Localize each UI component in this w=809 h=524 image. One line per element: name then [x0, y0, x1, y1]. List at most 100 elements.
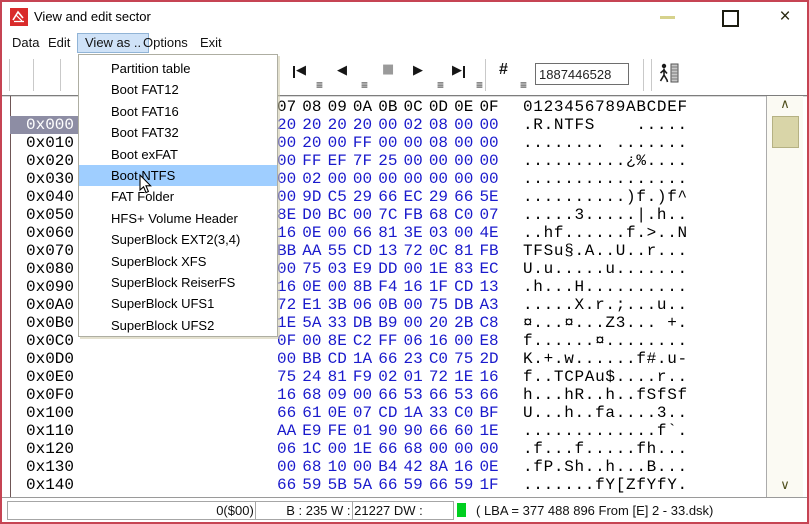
row-ascii-text[interactable]: U.u.....u....... — [523, 260, 688, 278]
vertical-scrollbar[interactable]: ∧ ∨ — [766, 96, 803, 498]
previous-sector-button[interactable]: ◀ ≡ — [337, 61, 371, 89]
row-ascii-text[interactable]: h...hR..h..fSfSf — [523, 386, 688, 404]
close-icon[interactable]: × — [772, 4, 798, 30]
view-as-menu-item[interactable]: HFS+ Volume Header — [79, 208, 277, 229]
menubar-item[interactable]: Exit — [200, 33, 222, 53]
row-offset-label[interactable]: 0x090 — [10, 278, 82, 296]
view-as-menu-item[interactable]: Boot NTFS — [79, 165, 277, 186]
ascii-column-header: 0123456789ABCDEF — [523, 98, 688, 116]
row-offset-label[interactable]: 0x080 — [10, 260, 82, 278]
row-hex-bytes[interactable]: AA E9 FE 01 90 90 66 60 1E — [277, 422, 499, 440]
row-hex-bytes[interactable]: 00 68 10 00 B4 42 8A 16 0E — [277, 458, 499, 476]
row-offset-label[interactable]: 0x040 — [10, 188, 82, 206]
row-offset-label[interactable]: 0x030 — [10, 170, 82, 188]
maximize-icon[interactable] — [722, 10, 739, 27]
row-hex-bytes[interactable]: 66 61 0E 07 CD 1A 33 C0 BF — [277, 404, 499, 422]
view-as-menu-item[interactable]: Boot FAT12 — [79, 79, 277, 100]
row-ascii-text[interactable]: .h...H.......... — [523, 278, 688, 296]
row-offset-label[interactable]: 0x100 — [10, 404, 82, 422]
view-as-menu-item[interactable]: Boot exFAT — [79, 144, 277, 165]
row-hex-bytes[interactable]: 75 24 81 F9 02 01 72 1E 16 — [277, 368, 499, 386]
view-as-menu-item[interactable]: SuperBlock UFS2 — [79, 315, 277, 336]
row-offset-label[interactable]: 0x0A0 — [10, 296, 82, 314]
row-hex-bytes[interactable]: 0F 00 8E C2 FF 06 16 00 E8 — [277, 332, 499, 350]
row-hex-bytes[interactable]: 1E 5A 33 DB B9 00 20 2B C8 — [277, 314, 499, 332]
row-offset-label[interactable]: 0x0B0 — [10, 314, 82, 332]
minimize-icon[interactable] — [660, 16, 675, 19]
row-offset-label[interactable]: 0x060 — [10, 224, 82, 242]
row-hex-bytes[interactable]: BB AA 55 CD 13 72 0C 81 FB — [277, 242, 499, 260]
view-as-menu-item[interactable]: FAT Folder — [79, 186, 277, 207]
scroll-down-icon[interactable]: ∨ — [767, 478, 803, 495]
row-offset-label[interactable]: 0x070 — [10, 242, 82, 260]
menubar-item[interactable]: Options — [143, 33, 188, 53]
menubar-item[interactable]: View as .. — [77, 33, 149, 53]
row-ascii-text[interactable]: ................ — [523, 170, 688, 188]
row-ascii-text[interactable]: .....3.....|.h.. — [523, 206, 688, 224]
row-offset-label[interactable]: 0x0D0 — [10, 350, 82, 368]
row-ascii-text[interactable]: TFSu§.A..U..r... — [523, 242, 688, 260]
row-offset-label[interactable]: 0x010 — [10, 134, 82, 152]
row-hex-bytes[interactable]: 00 BB CD 1A 66 23 C0 75 2D — [277, 350, 499, 368]
row-ascii-text[interactable]: ..hf......f.>..N — [523, 224, 688, 242]
row-ascii-text[interactable]: ........ ....... — [523, 134, 688, 152]
hex-row: 0x140 66 59 5B 5A 66 59 66 59 1F .......… — [2, 476, 807, 494]
row-offset-label[interactable]: 0x020 — [10, 152, 82, 170]
row-hex-bytes[interactable]: 16 0E 00 8B F4 16 1F CD 13 — [277, 278, 499, 296]
view-as-menu-item[interactable]: Partition table — [79, 58, 277, 79]
bar-glyph — [463, 66, 465, 78]
row-hex-bytes[interactable]: 00 75 03 E9 DD 00 1E 83 EC — [277, 260, 499, 278]
row-ascii-text[interactable]: .R.NTFS ..... — [523, 116, 688, 134]
view-and-edit-sector-window: View and edit sector × DataEditView as .… — [0, 0, 809, 524]
row-hex-bytes[interactable]: 06 1C 00 1E 66 68 00 00 00 — [277, 440, 499, 458]
view-as-menu-item[interactable]: SuperBlock ReiserFS — [79, 272, 277, 293]
row-ascii-text[interactable]: ..........¿%.... — [523, 152, 688, 170]
view-as-menu-item[interactable]: Boot FAT16 — [79, 101, 277, 122]
row-hex-bytes[interactable]: 16 68 09 00 66 53 66 53 66 — [277, 386, 499, 404]
view-as-menu-item[interactable]: Boot FAT32 — [79, 122, 277, 143]
row-offset-label[interactable]: 0x120 — [10, 440, 82, 458]
row-offset-label[interactable]: 0x0E0 — [10, 368, 82, 386]
row-ascii-text[interactable]: K.+.w......f#.u- — [523, 350, 688, 368]
row-ascii-text[interactable]: f..TCPAu$....r.. — [523, 368, 688, 386]
view-as-menu-item[interactable]: SuperBlock UFS1 — [79, 293, 277, 314]
row-ascii-text[interactable]: ..........)f.)f^ — [523, 188, 688, 206]
row-ascii-text[interactable]: f......¤........ — [523, 332, 688, 350]
row-ascii-text[interactable]: ¤...¤...Z3... +. — [523, 314, 688, 332]
view-as-menu-item[interactable]: SuperBlock XFS — [79, 251, 277, 272]
row-hex-bytes[interactable]: 72 E1 3B 06 0B 00 75 DB A3 — [277, 296, 499, 314]
row-ascii-text[interactable]: .............f`. — [523, 422, 688, 440]
row-offset-label[interactable]: 0x130 — [10, 458, 82, 476]
scroll-up-icon[interactable]: ∧ — [767, 97, 803, 114]
first-sector-button[interactable]: ◀ ≡ — [292, 61, 326, 89]
row-ascii-text[interactable]: .f...f.....fh... — [523, 440, 688, 458]
last-sector-button[interactable]: ▶ ≡ — [452, 61, 486, 89]
row-offset-label[interactable]: 0x0C0 — [10, 332, 82, 350]
row-hex-bytes[interactable]: 00 FF EF 7F 25 00 00 00 00 — [277, 152, 499, 170]
exit-button[interactable] — [656, 61, 684, 89]
stop-button[interactable]: ■ — [376, 61, 410, 89]
row-ascii-text[interactable]: .....X.r.;...u.. — [523, 296, 688, 314]
row-hex-bytes[interactable]: 20 20 20 20 00 02 08 00 00 — [277, 116, 499, 134]
row-hex-bytes[interactable]: 8E D0 BC 00 7C FB 68 C0 07 — [277, 206, 499, 224]
row-hex-bytes[interactable]: 16 0E 00 66 81 3E 03 00 4E — [277, 224, 499, 242]
row-offset-label[interactable]: 0x0F0 — [10, 386, 82, 404]
row-ascii-text[interactable]: .fP.Sh..h...B... — [523, 458, 688, 476]
menubar-item[interactable]: Data — [12, 33, 39, 53]
row-offset-label[interactable]: 0x110 — [10, 422, 82, 440]
menubar-item[interactable]: Edit — [48, 33, 70, 53]
next-sector-button[interactable]: ▶ ≡ — [413, 61, 447, 89]
row-ascii-text[interactable]: U...h..fa....3.. — [523, 404, 688, 422]
row-hex-bytes[interactable]: 66 59 5B 5A 66 59 66 59 1F — [277, 476, 499, 494]
row-hex-bytes[interactable]: 00 02 00 00 00 00 00 00 00 — [277, 170, 499, 188]
row-offset-label[interactable]: 0x050 — [10, 206, 82, 224]
scrollbar-thumb[interactable] — [772, 116, 799, 148]
sector-number-input[interactable] — [535, 63, 629, 85]
row-hex-bytes[interactable]: 00 9D C5 29 66 EC 29 66 5E — [277, 188, 499, 206]
row-offset-label[interactable]: 0x000 — [10, 116, 82, 134]
row-ascii-text[interactable]: .......fY[ZfYfY. — [523, 476, 688, 494]
row-offset-label[interactable]: 0x140 — [10, 476, 82, 494]
goto-sector-button[interactable]: # ≡ — [496, 61, 530, 89]
row-hex-bytes[interactable]: 00 20 00 FF 00 00 08 00 00 — [277, 134, 499, 152]
view-as-menu-item[interactable]: SuperBlock EXT2(3,4) — [79, 229, 277, 250]
